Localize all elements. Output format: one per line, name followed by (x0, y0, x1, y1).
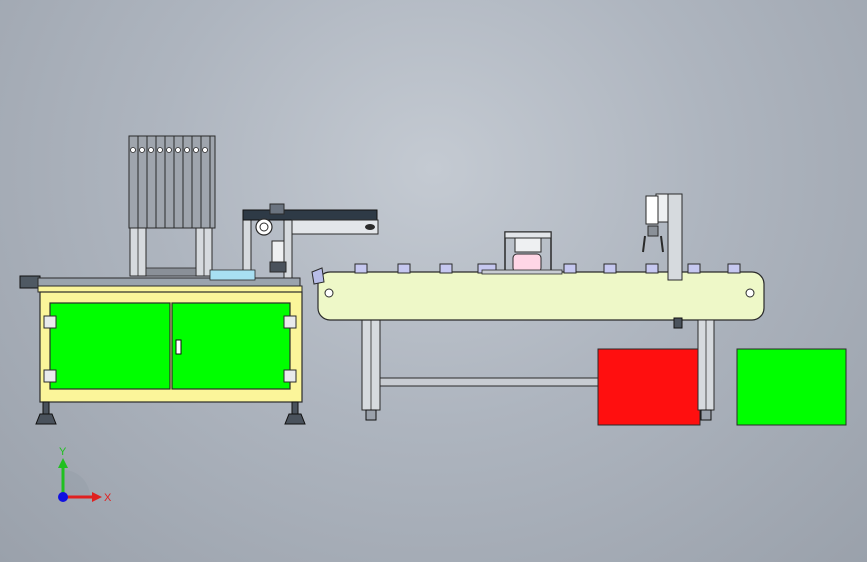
x-axis-label: X (104, 492, 112, 504)
door-handle (175, 339, 182, 355)
cabinet-door-right (171, 302, 291, 390)
cabinet-door-left (49, 302, 171, 390)
accept-bin-green[interactable] (736, 348, 847, 426)
z-axis-dot (58, 492, 68, 502)
reject-bin-red[interactable] (597, 348, 701, 426)
coordinate-triad: Y X (58, 446, 112, 504)
y-axis-label: Y (59, 446, 67, 458)
cad-viewport[interactable]: Y X (0, 0, 867, 562)
tube-magazine-rack[interactable] (128, 135, 216, 277)
feeder-cabinet[interactable] (19, 269, 306, 425)
